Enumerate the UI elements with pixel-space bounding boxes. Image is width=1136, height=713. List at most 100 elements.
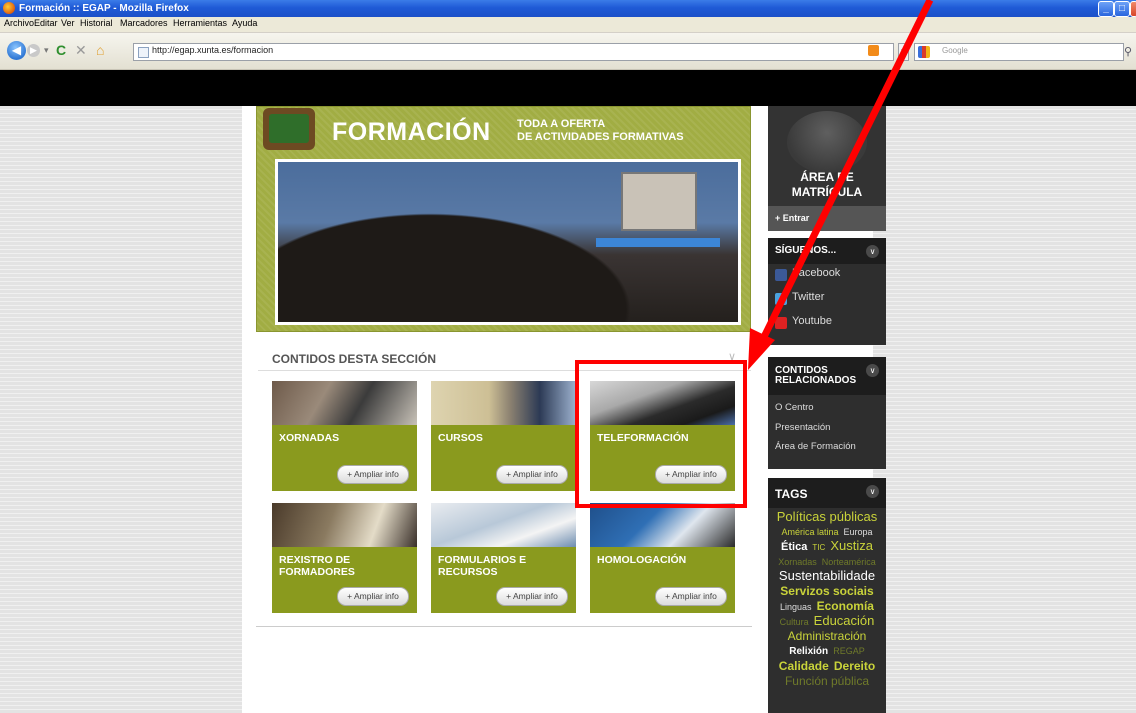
search-box[interactable]: Google xyxy=(914,43,1124,61)
tag-link[interactable]: Cultura xyxy=(780,617,809,627)
related-link-presentacion[interactable]: Presentación xyxy=(775,422,830,433)
highlight-box-teleformacion xyxy=(575,360,747,508)
ampliar-info-label: + Ampliar info xyxy=(665,591,717,601)
tag-link[interactable]: Función pública xyxy=(785,674,869,688)
tag-link[interactable]: Linguas xyxy=(780,602,812,612)
tag-link[interactable]: Calidade xyxy=(779,659,829,673)
tag-cloud: Políticas públicas América latina Europa… xyxy=(768,510,886,689)
reload-icon[interactable]: C xyxy=(56,42,66,58)
chevron-down-icon[interactable]: ∨ xyxy=(866,364,879,377)
card-label: REXISTRO DE FORMADORES xyxy=(279,554,355,578)
card-formularios-recursos[interactable]: FORMULARIOS E RECURSOS + Ampliar info xyxy=(431,503,576,613)
card-homologacion[interactable]: HOMOLOGACIÓN + Ampliar info xyxy=(590,503,735,613)
related-link-o-centro[interactable]: O Centro xyxy=(775,402,814,413)
tag-link[interactable]: Sustentabilidade xyxy=(779,568,875,583)
related-box: CONTIDOS RELACIONADOS ∨ O Centro Present… xyxy=(768,357,886,469)
stop-icon[interactable]: ✕ xyxy=(75,42,87,58)
tag-link[interactable]: Dereito xyxy=(834,659,875,673)
social-title: SÍGUENOS... xyxy=(775,245,837,256)
minimize-button[interactable]: _ xyxy=(1098,1,1114,17)
social-box: SÍGUENOS... ∨ Facebook Twitter Youtube xyxy=(768,238,886,345)
stage-table xyxy=(596,238,720,247)
card-label: FORMULARIOS E RECURSOS xyxy=(438,554,527,578)
google-engine-icon[interactable] xyxy=(918,46,930,58)
social-label: Facebook xyxy=(792,267,841,279)
menu-marcadores[interactable]: Marcadores xyxy=(120,18,168,28)
menu-ayuda[interactable]: Ayuda xyxy=(232,18,257,28)
ampliar-info-button[interactable]: + Ampliar info xyxy=(655,587,727,606)
history-dropdown-icon[interactable]: ▾ xyxy=(44,42,49,58)
card-image xyxy=(590,503,735,547)
menu-historial[interactable]: Historial xyxy=(80,18,113,28)
ampliar-info-button[interactable]: + Ampliar info xyxy=(496,587,568,606)
ampliar-info-button[interactable]: + Ampliar info xyxy=(496,465,568,484)
related-title-line2: RELACIONADOS xyxy=(775,375,857,386)
ampliar-info-label: + Ampliar info xyxy=(347,469,399,479)
tags-title: TAGS xyxy=(775,487,808,501)
tag-link[interactable]: Norteamérica xyxy=(822,557,876,567)
ampliar-info-button[interactable]: + Ampliar info xyxy=(337,465,409,484)
ampliar-info-label: + Ampliar info xyxy=(506,469,558,479)
menu-ver[interactable]: Ver xyxy=(61,18,75,28)
maximize-button[interactable]: □ xyxy=(1114,1,1130,17)
tag-link[interactable]: Administración xyxy=(788,629,867,643)
forward-arrow-icon[interactable]: ▶ xyxy=(27,44,40,57)
related-link-area-formacion[interactable]: Área de Formación xyxy=(775,441,856,452)
back-arrow-icon[interactable]: ◀ xyxy=(7,41,26,60)
tag-link[interactable]: REGAP xyxy=(833,646,865,656)
window-titlebar: Formación :: EGAP - Mozilla Firefox _ □ xyxy=(0,0,1136,17)
tag-link[interactable]: Relixión xyxy=(789,646,828,657)
area-matricula-box[interactable]: ÁREA DE MATRÍCULA + Entrar xyxy=(768,106,886,231)
search-placeholder: Google xyxy=(942,46,968,55)
navigation-toolbar: ◀ ▶ ▾ C ✕ ⌂ http://egap.xunta.es/formaci… xyxy=(0,33,1136,70)
tags-header: TAGS ∨ xyxy=(768,478,886,508)
twitter-icon xyxy=(775,293,787,305)
close-button[interactable] xyxy=(1130,1,1136,17)
content-bottom-divider xyxy=(256,626,752,627)
url-history-dropdown-icon[interactable]: ▼ xyxy=(898,43,909,61)
section-title: CONTIDOS DESTA SECCIÓN xyxy=(272,352,437,366)
tag-link[interactable]: Europa xyxy=(844,527,873,537)
firefox-logo-icon xyxy=(3,2,15,14)
redacted-header-band xyxy=(0,70,1136,106)
tag-link[interactable]: Educación xyxy=(814,613,875,628)
tag-link[interactable]: TIC xyxy=(812,543,825,552)
social-label: Twitter xyxy=(792,291,825,303)
card-image xyxy=(272,381,417,425)
card-label: CURSOS xyxy=(438,432,483,444)
menu-archivo[interactable]: Archivo xyxy=(4,18,34,28)
chevron-down-icon[interactable]: ∨ xyxy=(866,485,879,498)
chalkboard-icon xyxy=(263,108,315,150)
address-bar[interactable]: http://egap.xunta.es/formacion xyxy=(133,43,894,61)
home-icon[interactable]: ⌂ xyxy=(96,42,104,58)
card-xornadas[interactable]: XORNADAS + Ampliar info xyxy=(272,381,417,491)
tag-link[interactable]: Xustiza xyxy=(830,538,873,553)
chevron-down-icon[interactable]: ∨ xyxy=(866,245,879,258)
tag-link[interactable]: Servizos sociais xyxy=(780,584,873,598)
tag-link[interactable]: Políticas públicas xyxy=(777,509,877,524)
site-identity-icon[interactable] xyxy=(138,47,149,58)
tag-link[interactable]: Xornadas xyxy=(778,557,817,567)
conference-hall-photo xyxy=(275,159,741,325)
ampliar-info-button[interactable]: + Ampliar info xyxy=(337,587,409,606)
card-cursos[interactable]: CURSOS + Ampliar info xyxy=(431,381,576,491)
search-icon[interactable]: ⚲ xyxy=(1124,45,1132,58)
person-icon xyxy=(787,111,867,173)
address-url: http://egap.xunta.es/formacion xyxy=(152,45,274,55)
rss-feed-icon[interactable] xyxy=(868,45,879,56)
tag-link[interactable]: Economía xyxy=(817,599,874,613)
card-image xyxy=(272,503,417,547)
menu-herramientas[interactable]: Herramientas xyxy=(173,18,227,28)
banner-subtitle-line2: DE ACTIVIDADES FORMATIVAS xyxy=(517,131,684,143)
menu-editar[interactable]: Editar xyxy=(34,18,58,28)
banner-title: FORMACIÓN xyxy=(332,118,491,146)
social-header: SÍGUENOS... ∨ xyxy=(768,238,886,264)
social-label: Youtube xyxy=(792,315,832,327)
card-image xyxy=(431,381,576,425)
projection-screen xyxy=(621,172,697,231)
tag-link[interactable]: Ética xyxy=(781,541,807,553)
card-rexistro-formadores[interactable]: REXISTRO DE FORMADORES + Ampliar info xyxy=(272,503,417,613)
tag-link[interactable]: América latina xyxy=(781,527,838,537)
banner-subtitle-line1: TODA A OFERTA xyxy=(517,118,606,130)
entrar-button[interactable]: + Entrar xyxy=(768,206,886,231)
